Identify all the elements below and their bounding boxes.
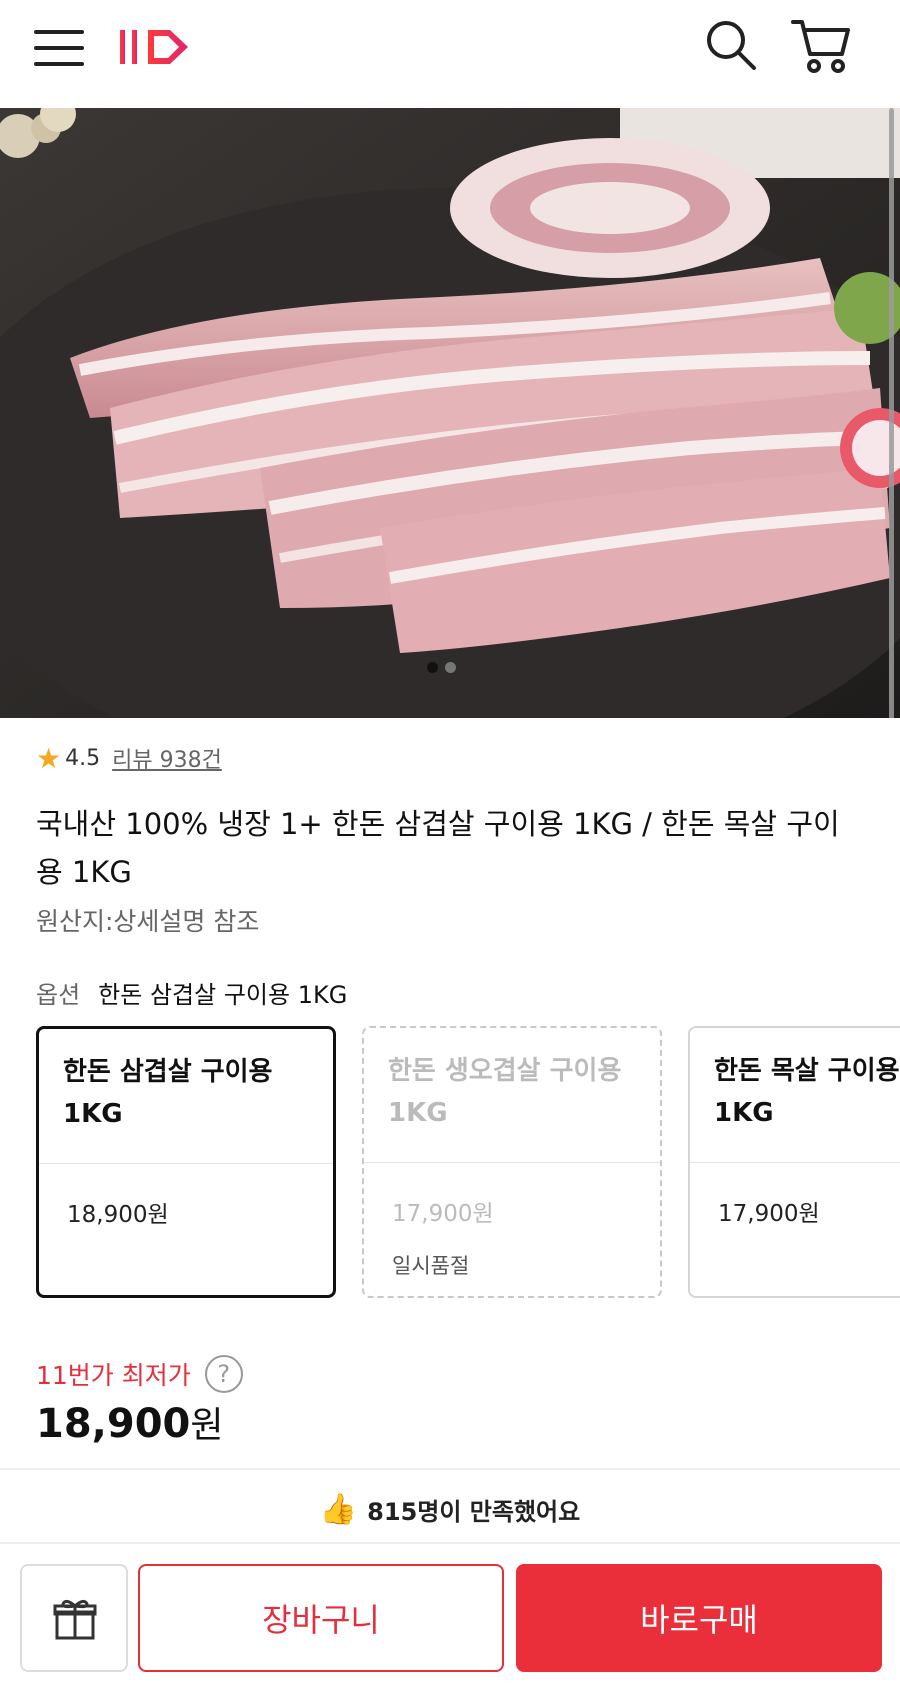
option-card-price: 18,900원	[67, 1202, 169, 1228]
product-image[interactable]	[0, 108, 900, 718]
gift-button[interactable]	[20, 1564, 128, 1672]
add-to-cart-button[interactable]: 장바구니	[138, 1564, 504, 1672]
product-price: 18,900원	[36, 1396, 223, 1448]
divider	[364, 1162, 660, 1163]
divider	[0, 1542, 900, 1544]
price-number: 18,900	[36, 1401, 191, 1447]
lowest-price-label: 11번가 최저가 ?	[36, 1355, 243, 1393]
brand-logo[interactable]	[118, 22, 208, 70]
option-card-selected[interactable]: 한돈 삼겹살 구이용 1KG 18,900원	[36, 1026, 336, 1298]
option-card[interactable]: 한돈 목살 구이용 1KG 17,900원	[688, 1026, 900, 1298]
cart-icon[interactable]	[790, 16, 852, 74]
option-label: 옵션	[36, 981, 81, 1009]
satisfaction-text: 815명이 만족했어요	[367, 1497, 581, 1526]
app-header	[0, 0, 900, 108]
search-icon[interactable]	[704, 18, 758, 72]
option-card-name: 한돈 삼겹살 구이용 1KG	[63, 1057, 273, 1129]
help-icon[interactable]: ?	[204, 1355, 243, 1393]
divider	[0, 1468, 900, 1470]
carousel-dot[interactable]	[445, 662, 456, 673]
option-card-price: 17,900원	[718, 1201, 820, 1227]
scrollbar[interactable]	[889, 108, 894, 718]
gift-icon	[53, 1599, 97, 1640]
option-card-name: 한돈 생오겹살 구이용 1KG	[388, 1056, 622, 1128]
product-origin: 원산지:상세설명 참조	[36, 907, 260, 936]
rating-row: ★ 4.5 리뷰 938건	[36, 740, 222, 776]
carousel-indicator	[420, 662, 480, 674]
product-title: 국내산 100% 냉장 1+ 한돈 삼겹살 구이용 1KG / 한돈 목살 구이…	[36, 807, 840, 889]
option-card-soldout[interactable]: 한돈 생오겹살 구이용 1KG 17,900원 일시품절	[362, 1026, 662, 1298]
divider	[690, 1162, 900, 1163]
menu-icon[interactable]	[34, 30, 84, 66]
option-summary: 옵션 한돈 삼겹살 구이용 1KG	[36, 975, 347, 1010]
lowest-price-text: 11번가 최저가	[36, 1361, 191, 1390]
thumbs-up-icon: 👍	[319, 1491, 358, 1527]
review-count-link[interactable]: 리뷰 938건	[112, 742, 222, 774]
option-selected-value: 한돈 삼겹살 구이용 1KG	[98, 981, 348, 1009]
option-card-price: 17,900원	[392, 1201, 494, 1227]
soldout-note: 일시품절	[392, 1254, 470, 1278]
rating-score: 4.5	[65, 745, 101, 771]
option-card-name: 한돈 목살 구이용 1KG	[714, 1056, 900, 1128]
carousel-dot-active[interactable]	[427, 662, 438, 673]
star-icon: ★	[36, 741, 62, 775]
price-unit: 원	[190, 1405, 224, 1446]
buy-now-button[interactable]: 바로구매	[516, 1564, 882, 1672]
divider	[39, 1163, 333, 1164]
satisfaction-banner: 👍 815명이 만족했어요	[0, 1484, 900, 1534]
